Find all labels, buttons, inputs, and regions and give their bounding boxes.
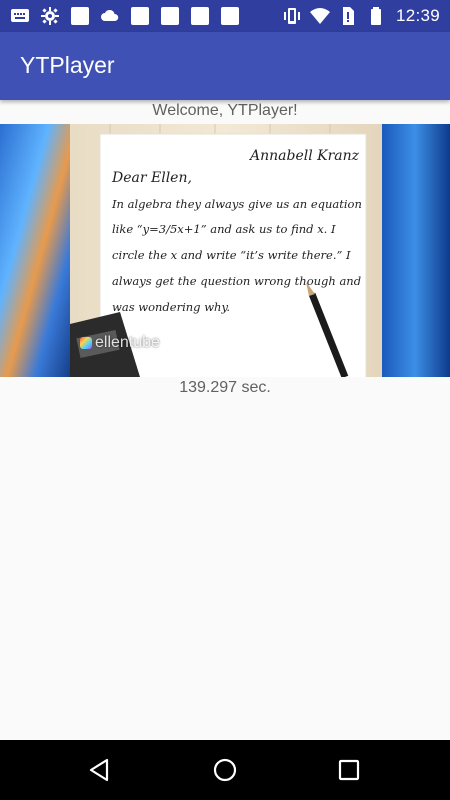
recents-button[interactable] xyxy=(329,750,369,790)
status-time: 12:39 xyxy=(395,6,440,25)
recents-icon xyxy=(338,759,360,781)
navigation-bar xyxy=(0,740,450,800)
ellentube-watermark: ellentube xyxy=(80,334,160,352)
square-notification-icon xyxy=(190,6,210,26)
screen: 12:39 YTPlayer Welcome, YTPlayer! Annabe… xyxy=(0,0,450,800)
welcome-text: Welcome, YTPlayer! xyxy=(152,102,298,119)
app-bar: YTPlayer xyxy=(0,32,450,100)
no-sim-icon xyxy=(338,6,358,26)
ellentube-watermark-text: ellentube xyxy=(95,334,160,351)
square-notification-icon xyxy=(130,6,150,26)
letter-line: circle the x and write “it’s write there… xyxy=(112,248,351,262)
battery-icon xyxy=(366,6,386,26)
wifi-icon xyxy=(309,6,330,26)
letter-greeting: Dear Ellen, xyxy=(112,170,192,186)
letter-signature: Annabell Kranz xyxy=(250,148,360,164)
vibrate-icon xyxy=(282,6,302,26)
video-player[interactable]: Annabell Kranz Dear Ellen, In algebra th… xyxy=(0,124,450,377)
home-button[interactable] xyxy=(205,750,245,790)
back-button[interactable] xyxy=(80,750,120,790)
app-title: YTPlayer xyxy=(20,52,115,78)
back-icon xyxy=(89,758,109,782)
system-icons: 12:39 xyxy=(282,6,440,26)
letter-line: like “y=3/5x+1” and ask us to find x. I xyxy=(112,222,336,236)
square-notification-icon xyxy=(220,6,240,26)
home-icon xyxy=(213,758,237,782)
settings-gear-icon xyxy=(40,6,60,26)
letter-line: was wondering why. xyxy=(112,300,231,314)
letter-line: always get the question wrong though and xyxy=(112,274,362,288)
square-notification-icon xyxy=(160,6,180,26)
notification-icons xyxy=(10,6,240,26)
ellentube-logo-icon xyxy=(80,337,92,349)
cloud-icon xyxy=(100,6,120,26)
square-notification-icon xyxy=(70,6,90,26)
letter-line: In algebra they always give us an equati… xyxy=(112,197,362,211)
message-icon xyxy=(10,6,30,26)
elapsed-time-text: 139.297 sec. xyxy=(179,379,271,396)
status-bar: 12:39 xyxy=(0,0,450,32)
